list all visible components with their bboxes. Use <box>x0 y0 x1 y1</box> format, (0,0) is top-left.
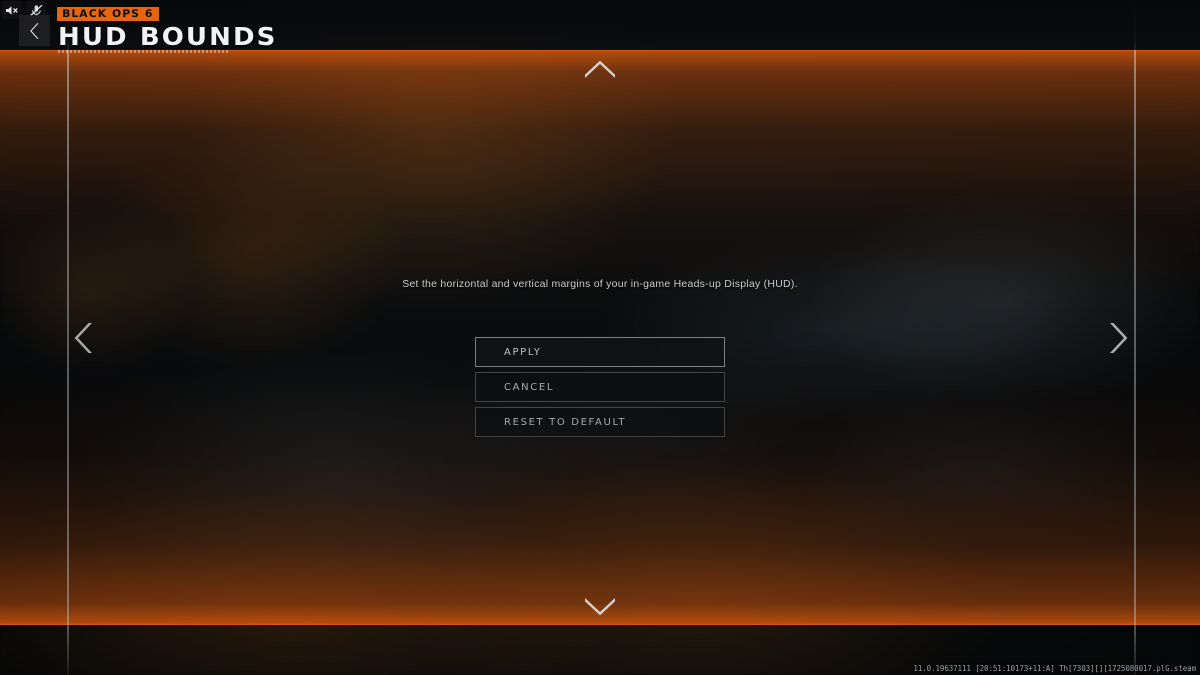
description-text: Set the horizontal and vertical margins … <box>402 278 798 290</box>
game-menu-screen: BLACK OPS 6 HUD BOUNDS Set the horizonta… <box>0 0 1200 675</box>
chevron-up-icon <box>585 60 615 78</box>
adjust-right-arrow-button[interactable] <box>1100 315 1134 361</box>
chevron-left-icon <box>74 323 92 353</box>
game-badge: BLACK OPS 6 <box>56 7 159 21</box>
page-title-block: BLACK OPS 6 HUD BOUNDS <box>56 4 275 53</box>
reset-to-default-button[interactable]: RESET TO DEFAULT <box>475 407 725 437</box>
page-title: HUD BOUNDS <box>58 22 278 51</box>
top-header-bar: BLACK OPS 6 HUD BOUNDS <box>0 0 1200 53</box>
chevron-down-icon <box>585 598 615 616</box>
chevron-right-icon <box>1110 323 1128 353</box>
build-version-string: 11.0.19637111 [20:51:10173+11:A] Th[7303… <box>913 664 1196 673</box>
adjust-up-arrow-button[interactable] <box>580 56 620 86</box>
back-button[interactable] <box>19 15 50 46</box>
cancel-button[interactable]: CANCEL <box>475 372 725 402</box>
adjust-down-arrow-button[interactable] <box>580 590 620 620</box>
menu-button-stack: APPLY CANCEL RESET TO DEFAULT <box>475 337 725 437</box>
adjust-left-arrow-button[interactable] <box>68 315 102 361</box>
title-underline-decoration <box>58 50 228 53</box>
chevron-left-icon <box>29 22 39 39</box>
apply-button[interactable]: APPLY <box>475 337 725 367</box>
